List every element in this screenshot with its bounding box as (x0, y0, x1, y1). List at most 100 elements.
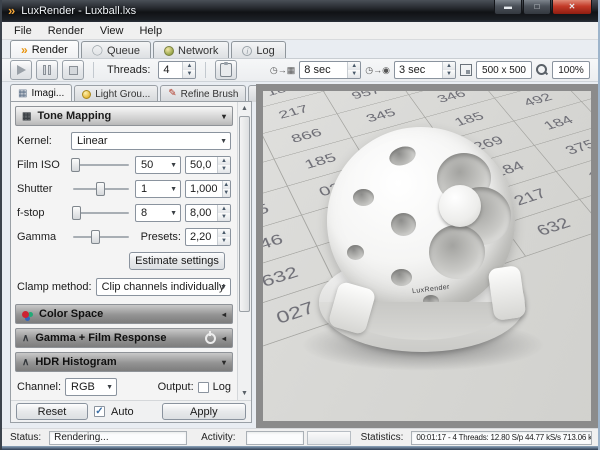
close-button[interactable]: ✕ (552, 0, 592, 15)
collapse-arrow-icon[interactable]: ◂ (222, 334, 226, 343)
tonemap-interval-icon: ◷→▦ (270, 65, 295, 76)
collapse-arrow-icon[interactable]: ◂ (222, 310, 226, 319)
window-bottom-border (2, 446, 598, 450)
fstop-preset-dropdown[interactable]: 8 ▼ (135, 204, 181, 222)
spin-down-icon[interactable]: ▼ (218, 237, 230, 245)
estimate-settings-button[interactable]: Estimate settings (129, 252, 225, 270)
pause-render-button[interactable] (36, 60, 58, 80)
fstop-slider[interactable] (71, 204, 131, 222)
color-space-icon (22, 311, 29, 318)
auto-checkbox[interactable]: ✓ (94, 406, 105, 417)
clamp-method-label: Clamp method: (17, 281, 92, 293)
reset-button[interactable]: Reset (16, 403, 88, 420)
spin-up-icon[interactable]: ▲ (443, 62, 455, 70)
menu-render[interactable]: Render (40, 22, 92, 39)
tab-log[interactable]: i Log (231, 41, 285, 59)
display-interval-stepper[interactable]: 3 sec ▲▼ (394, 61, 456, 79)
spin-down-icon[interactable]: ▼ (218, 213, 230, 221)
tone-mapping-header[interactable]: ▦ Tone Mapping ▾ (15, 106, 233, 126)
gamma-stepper[interactable]: 2,20 ▲▼ (185, 228, 231, 246)
fstop-stepper[interactable]: 8,00 ▲▼ (185, 204, 231, 222)
gamma-slider[interactable] (71, 228, 131, 246)
shutter-slider[interactable] (71, 180, 131, 198)
tab-render[interactable]: » Render (10, 40, 79, 59)
kernel-label: Kernel: (17, 135, 67, 147)
slider-thumb[interactable] (91, 230, 100, 244)
kernel-dropdown[interactable]: Linear ▼ (71, 132, 231, 150)
spin-down-icon[interactable]: ▼ (218, 165, 230, 173)
globe-icon (164, 46, 174, 56)
spin-up-icon[interactable]: ▲ (223, 181, 230, 189)
chevron-down-icon: ▼ (170, 210, 177, 217)
scrollbar-thumb[interactable] (239, 116, 250, 312)
tab-network[interactable]: Network (153, 41, 229, 59)
shutter-preset-dropdown[interactable]: 1 ▼ (135, 180, 181, 198)
status-bar: Status: Rendering... Activity: Statistic… (2, 428, 598, 446)
menu-view[interactable]: View (92, 22, 132, 39)
shutter-stepper[interactable]: 1,000 ▲▼ (185, 180, 231, 198)
slider-thumb[interactable] (71, 158, 80, 172)
menu-bar: File Render View Help (2, 22, 598, 40)
resize-view-icon[interactable] (460, 64, 472, 76)
spin-up-icon[interactable]: ▲ (183, 62, 195, 70)
menu-help[interactable]: Help (131, 22, 170, 39)
magnifier-icon[interactable] (536, 64, 548, 76)
log-checkbox[interactable] (198, 382, 209, 393)
render-viewport-frame: 4358463751853576320273458351933462179572… (256, 84, 598, 428)
bulb-icon (82, 90, 91, 99)
resume-render-button[interactable] (10, 60, 32, 80)
spin-down-icon[interactable]: ▼ (223, 189, 230, 197)
ball-hole (391, 213, 416, 236)
clamp-method-dropdown[interactable]: Clip channels individually ▼ (96, 278, 231, 296)
menu-file[interactable]: File (6, 22, 40, 39)
spin-down-icon[interactable]: ▼ (183, 70, 195, 78)
spin-down-icon[interactable]: ▼ (348, 70, 360, 78)
tab-light-groups[interactable]: Light Grou... (74, 85, 158, 102)
tab-queue[interactable]: ◯ Queue (81, 41, 151, 59)
threads-stepper[interactable]: 4 ▲▼ (158, 61, 196, 79)
panel-scrollbar[interactable]: ▲ ▼ (237, 102, 251, 400)
tonemap-interval-stepper[interactable]: 8 sec ▲▼ (299, 61, 361, 79)
spin-down-icon[interactable]: ▼ (443, 70, 455, 78)
scroll-up-icon[interactable]: ▲ (238, 102, 251, 115)
copy-to-clipboard-button[interactable] (215, 60, 237, 80)
rendered-image[interactable]: 4358463751853576320273458351933462179572… (263, 91, 591, 421)
chevron-down-icon: ▼ (106, 384, 113, 391)
status-value: Rendering... (49, 431, 187, 445)
film-iso-slider[interactable] (71, 156, 131, 174)
title-bar[interactable]: » LuxRender - Luxball.lxs ▬ □ ✕ (2, 0, 598, 22)
slider-thumb[interactable] (72, 206, 81, 220)
slider-thumb[interactable] (96, 182, 105, 196)
power-icon[interactable] (205, 333, 216, 344)
spin-up-icon[interactable]: ▲ (218, 157, 230, 165)
film-iso-row: Film ISO 50 ▼ 50,0 ▲▼ (11, 156, 237, 174)
ball-hole (347, 245, 364, 260)
spin-up-icon[interactable]: ▲ (218, 229, 230, 237)
film-iso-preset-dropdown[interactable]: 50 ▼ (135, 156, 181, 174)
auto-label: Auto (111, 406, 134, 418)
tab-refine-brush[interactable]: ✎ Refine Brush (160, 85, 246, 102)
film-iso-stepper[interactable]: 50,0 ▲▼ (185, 156, 231, 174)
log-label: Log (213, 381, 231, 393)
minimize-button[interactable]: ▬ (494, 0, 522, 15)
tab-imaging[interactable]: ▦ Imagi... (10, 84, 72, 102)
scroll-down-icon[interactable]: ▼ (238, 387, 251, 400)
collapse-arrow-icon[interactable]: ▾ (222, 112, 226, 121)
collapse-arrow-icon[interactable]: ▾ (222, 358, 226, 367)
status-label: Status: (10, 432, 41, 443)
chevron-down-icon: ▼ (170, 186, 177, 193)
spin-up-icon[interactable]: ▲ (348, 62, 360, 70)
clipboard-icon (220, 63, 232, 77)
activity-value (246, 431, 304, 445)
apply-button[interactable]: Apply (162, 403, 246, 420)
maximize-button[interactable]: □ (523, 0, 551, 15)
chevron-down-icon: ▼ (170, 162, 177, 169)
gamma-film-response-header[interactable]: ∧ Gamma + Film Response ◂ (15, 328, 233, 348)
shutter-label: Shutter (17, 183, 67, 195)
stop-render-button[interactable] (62, 60, 84, 80)
channel-dropdown[interactable]: RGB ▼ (65, 378, 117, 396)
spin-up-icon[interactable]: ▲ (218, 205, 230, 213)
hdr-histogram-header[interactable]: ∧ HDR Histogram ▾ (15, 352, 233, 372)
film-icon: ▦ (18, 89, 27, 99)
color-space-header[interactable]: Color Space ◂ (15, 304, 233, 324)
